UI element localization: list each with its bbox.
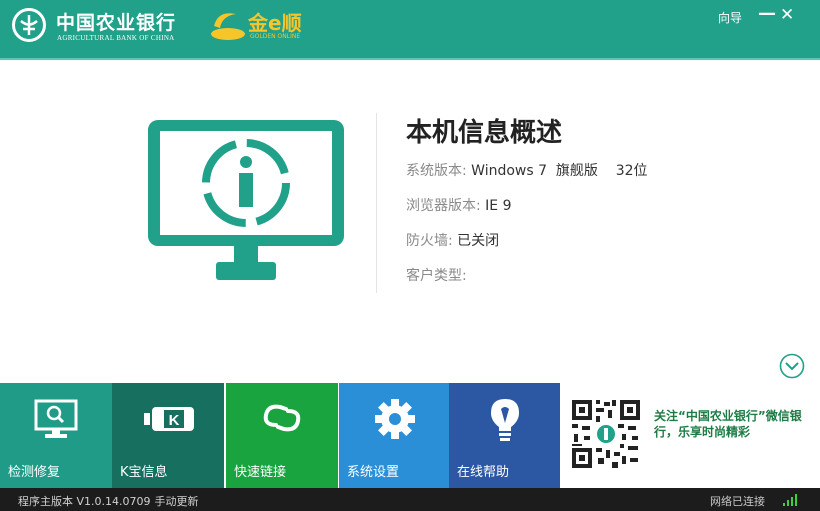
minimize-icon[interactable]: —: [758, 3, 776, 24]
page-title: 本机信息概述: [406, 118, 563, 148]
os-version-row: 系统版本: Windows 7 旗舰版 32位: [406, 160, 648, 180]
browser-version-value: IE 9: [485, 198, 512, 214]
version-info: 程序主版本 V1.0.14.0709 手动更新: [18, 493, 199, 509]
firewall-row: 防火墙: 已关闭: [406, 230, 499, 250]
tile-detect-repair[interactable]: 检测修复: [0, 383, 112, 488]
info-divider: [376, 113, 377, 293]
customer-type-row: 客户类型:: [406, 265, 467, 285]
gear-icon: [375, 399, 415, 439]
wechat-promo: 关注“中国农业银行”微信银行，乐享时尚精彩: [560, 383, 820, 488]
bank-name-english: AGRICULTURAL BANK OF CHINA: [57, 34, 175, 42]
qr-code-icon[interactable]: [570, 398, 642, 470]
status-bar: 程序主版本 V1.0.14.0709 手动更新 网络已连接: [0, 488, 820, 511]
chevron-down-icon[interactable]: [779, 353, 805, 379]
network-status: 网络已连接: [710, 495, 765, 508]
manual-update-link[interactable]: 手动更新: [155, 495, 199, 508]
os-version-label: 系统版本:: [406, 163, 472, 179]
abc-logo-icon: [12, 8, 46, 42]
brand-name-english: GOLDEN ONLINE: [250, 33, 301, 40]
tile-system-settings[interactable]: 系统设置: [339, 383, 451, 488]
os-version-value: Windows 7 旗舰版 32位: [471, 163, 648, 179]
bank-name: 中国农业银行: [56, 12, 177, 34]
browser-version-row: 浏览器版本: IE 9: [406, 195, 512, 215]
firewall-value: 已关闭: [457, 233, 500, 249]
header-accent-line: [0, 58, 820, 60]
title-bar: 中国农业银行 AGRICULTURAL BANK OF CHINA 金e顺 GO…: [0, 0, 820, 60]
close-icon[interactable]: ✕: [780, 5, 794, 25]
tile-label: 快速链接: [234, 465, 287, 480]
tile-label: 检测修复: [8, 465, 61, 480]
brand-name: 金e顺: [248, 11, 302, 35]
usb-key-icon: K: [144, 407, 194, 431]
monitor-search-icon: [34, 399, 78, 438]
tile-quick-link[interactable]: 快速链接: [226, 383, 338, 488]
guide-button[interactable]: 向导: [718, 9, 742, 26]
tile-label: 系统设置: [347, 465, 400, 480]
golden-online-logo-icon: [211, 13, 245, 40]
tile-kbao-info[interactable]: K K宝信息: [112, 383, 224, 488]
promo-text: 关注“中国农业银行”微信银行，乐享时尚精彩: [654, 409, 802, 439]
svg-text:K: K: [169, 412, 180, 429]
firewall-label: 防火墙:: [406, 233, 458, 249]
signal-strength-icon: [783, 494, 797, 506]
lightbulb-icon: [491, 399, 519, 441]
link-icon: [263, 404, 301, 432]
browser-version-label: 浏览器版本:: [406, 198, 486, 214]
tile-label: 在线帮助: [457, 465, 510, 480]
customer-type-label: 客户类型:: [406, 268, 467, 284]
monitor-info-icon: [148, 120, 344, 280]
version-text: 程序主版本 V1.0.14.0709: [18, 495, 151, 508]
tile-online-help[interactable]: 在线帮助: [449, 383, 561, 488]
tile-label: K宝信息: [120, 465, 168, 480]
